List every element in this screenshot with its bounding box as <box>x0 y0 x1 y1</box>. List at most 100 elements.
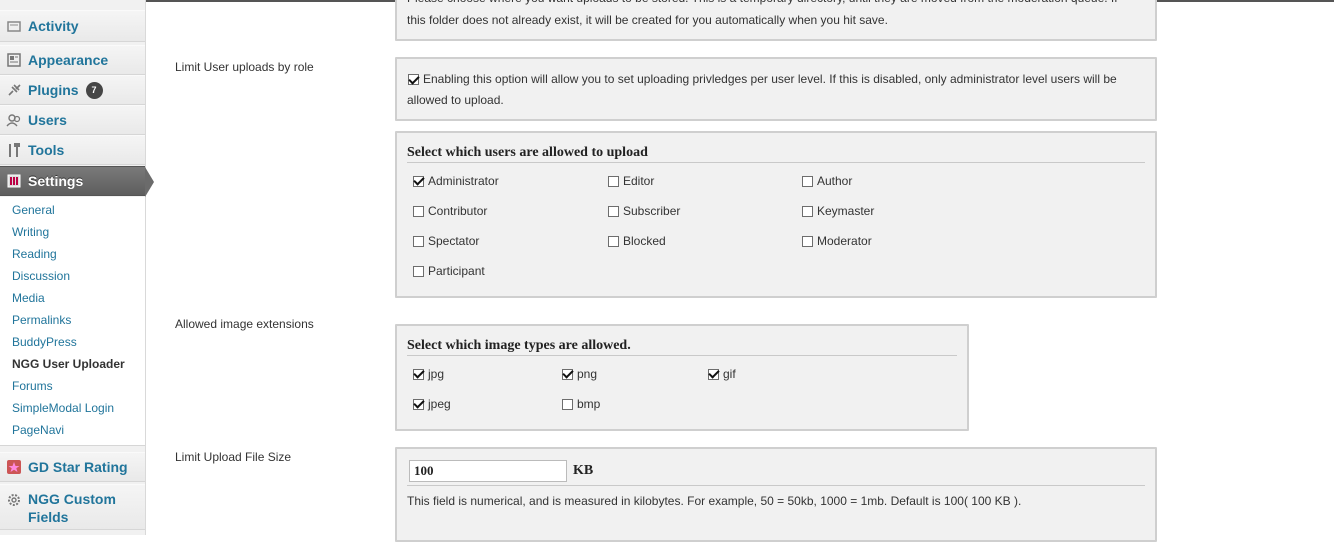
file-size-label: Limit Upload File Size <box>175 450 292 464</box>
appearance-icon <box>6 52 22 68</box>
checkbox[interactable] <box>608 175 619 187</box>
checkbox[interactable] <box>413 368 424 380</box>
checkbox[interactable] <box>608 235 619 247</box>
submenu-forums[interactable]: Forums <box>0 378 145 400</box>
menu-plugins[interactable]: Plugins 7 <box>0 75 145 105</box>
role-label: Spectator <box>428 234 480 248</box>
role-blocked[interactable]: Blocked <box>608 234 666 248</box>
limit-uploads-role-label: Limit User uploads by role <box>175 60 314 74</box>
checkbox[interactable] <box>802 205 813 217</box>
type-gif[interactable]: gif <box>708 367 736 381</box>
role-label: Author <box>817 174 853 188</box>
checkbox[interactable] <box>413 205 424 217</box>
type-jpg[interactable]: jpg <box>413 367 444 381</box>
role-label: Participant <box>428 264 485 278</box>
type-label: jpg <box>428 367 445 381</box>
image-types-heading: Select which image types are allowed. <box>407 338 957 356</box>
tools-icon <box>6 142 22 158</box>
plug-icon <box>6 82 22 98</box>
role-moderator[interactable]: Moderator <box>802 234 872 248</box>
submenu-general[interactable]: General <box>0 202 145 224</box>
menu-settings[interactable]: Settings <box>0 166 154 197</box>
role-label: Moderator <box>817 234 872 248</box>
submenu-discussion[interactable]: Discussion <box>0 268 145 290</box>
users-icon <box>6 112 22 128</box>
role-label: Editor <box>623 174 655 188</box>
menu-label: NGG Custom Fields <box>28 491 116 525</box>
submenu-ngg-user-uploader[interactable]: NGG User Uploader <box>0 356 145 378</box>
allowed-image-ext-label: Allowed image extensions <box>175 317 314 331</box>
submenu-media[interactable]: Media <box>0 290 145 312</box>
type-bmp[interactable]: bmp <box>562 397 600 411</box>
checkbox[interactable] <box>562 368 573 380</box>
update-count-badge: 7 <box>85 81 103 99</box>
enable-role-limit-checkbox[interactable] <box>408 74 419 85</box>
settings-submenu: General Writing Reading Discussion Media… <box>0 197 145 446</box>
submenu-writing[interactable]: Writing <box>0 224 145 246</box>
settings-icon <box>6 173 22 189</box>
submenu-pagenavi[interactable]: PageNavi <box>0 422 145 444</box>
role-editor[interactable]: Editor <box>608 174 654 188</box>
submenu-permalinks[interactable]: Permalinks <box>0 312 145 334</box>
menu-ngg-custom-fields[interactable]: NGG Custom Fields <box>0 484 145 530</box>
menu-label: Settings <box>28 173 84 189</box>
menu-users[interactable]: Users <box>0 105 145 135</box>
upload-folder-box: Please choose where you want uploads to … <box>395 0 1157 41</box>
file-size-input[interactable] <box>409 460 567 482</box>
role-keymaster[interactable]: Keymaster <box>802 204 874 218</box>
menu-label: Tools <box>28 142 65 158</box>
type-label: jpeg <box>428 397 451 411</box>
role-label: Administrator <box>428 174 499 188</box>
role-contributor[interactable]: Contributor <box>413 204 487 218</box>
star-icon <box>6 459 22 475</box>
checkbox[interactable] <box>802 175 813 187</box>
menu-gd-star-rating[interactable]: GD Star Rating <box>0 452 145 482</box>
submenu-buddypress[interactable]: BuddyPress <box>0 334 145 356</box>
divider <box>407 485 1145 486</box>
submenu-simplemodal-login[interactable]: SimpleModal Login <box>0 400 145 422</box>
type-jpeg[interactable]: jpeg <box>413 397 451 411</box>
user-roles-heading: Select which users are allowed to upload <box>407 145 1145 163</box>
menu-tools[interactable]: Tools <box>0 135 145 165</box>
role-administrator[interactable]: Administrator <box>413 174 499 188</box>
checkbox[interactable] <box>708 368 719 380</box>
user-roles-box: Select which users are allowed to upload… <box>395 131 1157 298</box>
gear-icon <box>6 492 22 508</box>
menu-appearance[interactable]: Appearance <box>0 45 145 75</box>
role-participant[interactable]: Participant <box>413 264 485 278</box>
upload-folder-help-line2: this folder does not already exist, it w… <box>407 13 888 27</box>
menu-label: Users <box>28 112 67 128</box>
checkbox[interactable] <box>802 235 813 247</box>
menu-label: Plugins <box>28 82 79 98</box>
enable-role-limit-text-line2: allowed to upload. <box>407 93 504 107</box>
checkbox[interactable] <box>413 235 424 247</box>
activity-icon <box>6 18 22 34</box>
role-subscriber[interactable]: Subscriber <box>608 204 680 218</box>
role-spectator[interactable]: Spectator <box>413 234 479 248</box>
menu-activity[interactable]: Activity <box>0 10 145 42</box>
type-label: bmp <box>577 397 601 411</box>
upload-folder-help-line1: Please choose where you want uploads to … <box>407 0 1118 8</box>
image-types-box: Select which image types are allowed. jp… <box>395 324 969 431</box>
role-label: Keymaster <box>817 204 875 218</box>
role-author[interactable]: Author <box>802 174 852 188</box>
enable-role-limit-text-line1: Enabling this option will allow you to s… <box>423 72 1117 86</box>
enable-role-limit-box: Enabling this option will allow you to s… <box>395 57 1157 121</box>
menu-label: Appearance <box>28 52 109 68</box>
file-size-unit: KB <box>573 463 594 478</box>
checkbox[interactable] <box>562 398 573 410</box>
checkbox[interactable] <box>413 265 424 277</box>
submenu-reading[interactable]: Reading <box>0 246 145 268</box>
file-size-box: KB This field is numerical, and is measu… <box>395 447 1157 542</box>
type-label: png <box>577 367 598 381</box>
role-label: Blocked <box>623 234 666 248</box>
checkbox[interactable] <box>608 205 619 217</box>
file-size-help: This field is numerical, and is measured… <box>407 494 1022 508</box>
type-png[interactable]: png <box>562 367 597 381</box>
menu-label: GD Star Rating <box>28 459 128 475</box>
type-label: gif <box>723 367 736 381</box>
menu-label: Activity <box>28 18 79 34</box>
role-label: Subscriber <box>623 204 681 218</box>
checkbox[interactable] <box>413 175 424 187</box>
checkbox[interactable] <box>413 398 424 410</box>
